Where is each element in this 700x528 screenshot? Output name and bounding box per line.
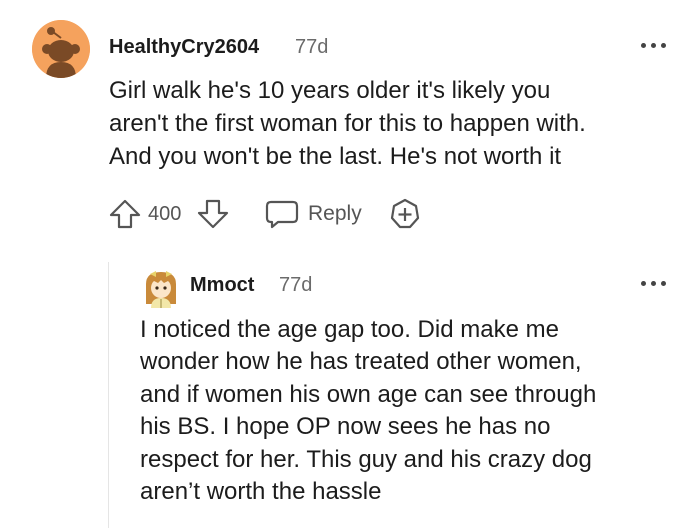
thread-line[interactable]	[108, 262, 109, 528]
avatar-snoo-icon	[32, 20, 90, 78]
more-options-icon[interactable]	[640, 276, 668, 290]
award-plus-icon[interactable]	[388, 196, 422, 232]
reply-line: respect for her. This guy and his crazy …	[140, 445, 592, 473]
reply-line: his BS. I hope OP now sees he has no	[140, 413, 551, 441]
reply-timestamp: 77d	[279, 274, 313, 296]
comment-line: aren't the first woman for this to happe…	[109, 110, 586, 137]
reply-line: I noticed the age gap too. Did make me	[140, 316, 559, 343]
reply-username[interactable]: Mmoct	[190, 274, 254, 297]
comment-line: Girl walk he's 10 years older it's likel…	[109, 77, 551, 104]
reply-button[interactable]	[264, 196, 300, 232]
avatar[interactable]	[142, 268, 180, 308]
comment-timestamp: 77d	[295, 36, 329, 58]
reply-line: wonder how he has treated other women,	[140, 348, 582, 376]
upvote-icon[interactable]	[108, 196, 142, 232]
reply-body: I noticed the age gap too. Did make me w…	[140, 314, 680, 508]
comment-line: And you won't be the last. He's not wort…	[109, 143, 562, 170]
comment-thread: HealthyCry2604 77d Girl walk he's 10 yea…	[0, 0, 700, 528]
more-options-icon[interactable]	[640, 38, 668, 52]
comment-body: Girl walk he's 10 years older it's likel…	[109, 74, 669, 173]
reply-line: aren’t worth the hassle	[140, 478, 382, 506]
avatar[interactable]	[32, 20, 90, 78]
downvote-icon[interactable]	[196, 196, 230, 232]
reply-label[interactable]: Reply	[308, 202, 362, 226]
comment-username[interactable]: HealthyCry2604	[109, 36, 259, 59]
vote-score: 400	[148, 203, 182, 225]
reply-bubble-icon	[265, 200, 299, 229]
reply-line: and if women his own age can see through	[140, 380, 597, 408]
avatar-anime-icon	[146, 271, 176, 308]
